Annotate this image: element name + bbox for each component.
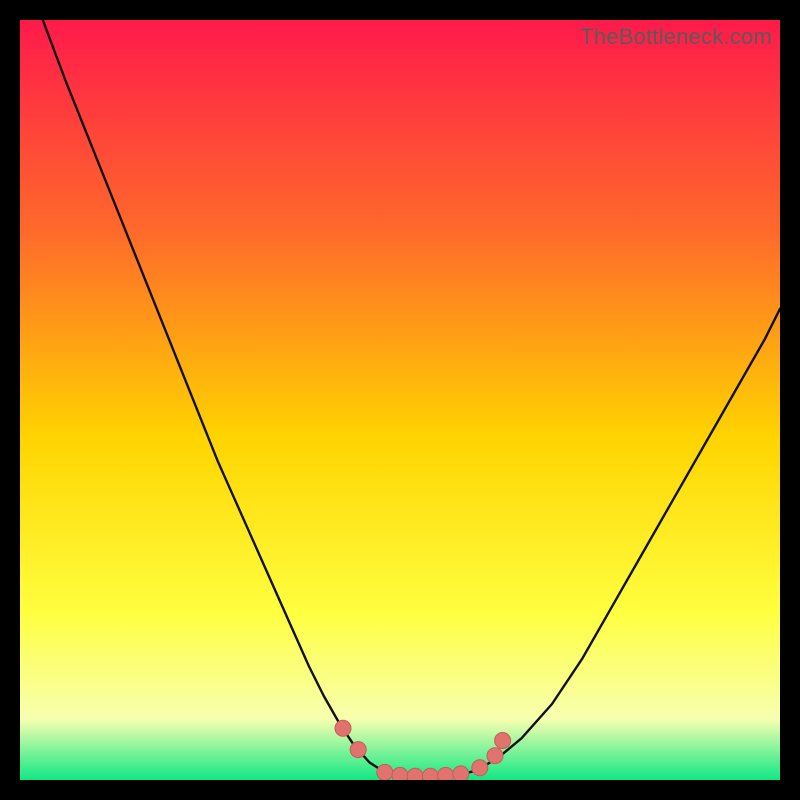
data-point: [453, 766, 469, 780]
chart-frame: TheBottleneck.com: [20, 20, 780, 780]
bottleneck-chart: [20, 20, 780, 780]
data-point: [487, 748, 503, 764]
data-point: [407, 768, 423, 780]
data-point: [472, 760, 488, 776]
data-point: [422, 768, 438, 780]
data-point: [350, 742, 366, 758]
gradient-background: [20, 20, 780, 780]
data-point: [335, 720, 351, 736]
data-point: [495, 733, 511, 749]
data-point: [377, 764, 393, 780]
watermark-text: TheBottleneck.com: [580, 24, 772, 50]
data-point: [392, 767, 408, 780]
data-point: [438, 767, 454, 780]
